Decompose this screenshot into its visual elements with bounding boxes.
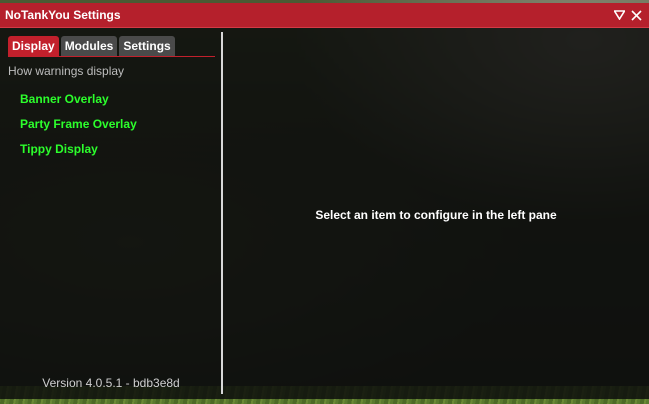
title-bar[interactable]: NoTankYou Settings	[0, 3, 649, 28]
menu-item-tippy-display[interactable]: Tippy Display	[20, 140, 137, 165]
tab-bar: Display Modules Settings	[8, 36, 175, 56]
right-pane-placeholder: Select an item to configure in the left …	[315, 208, 557, 222]
tab-underline	[8, 56, 215, 57]
menu-item-party-frame-overlay[interactable]: Party Frame Overlay	[20, 115, 137, 140]
tab-display[interactable]: Display	[8, 36, 59, 56]
window-title: NoTankYou Settings	[5, 8, 121, 22]
display-menu: Banner Overlay Party Frame Overlay Tippy…	[20, 90, 137, 165]
tab-settings[interactable]: Settings	[119, 36, 175, 56]
version-label: Version 4.0.5.1 - bdb3e8d	[42, 376, 180, 390]
triangle-down-icon	[614, 10, 625, 20]
tab-modules[interactable]: Modules	[60, 36, 118, 56]
left-pane	[0, 28, 222, 399]
close-icon	[631, 9, 642, 21]
section-label: How warnings display	[8, 64, 125, 78]
menu-item-banner-overlay[interactable]: Banner Overlay	[20, 90, 137, 115]
collapse-button[interactable]	[611, 6, 628, 24]
close-button[interactable]	[628, 6, 645, 24]
